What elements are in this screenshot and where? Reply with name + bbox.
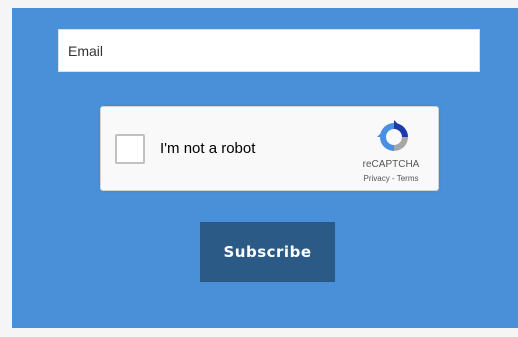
page: I'm not a robot reCAPTCHA Privacy - Term… (0, 0, 518, 337)
recaptcha-logo-icon (377, 120, 408, 151)
recaptcha-terms-link[interactable]: Terms (397, 174, 419, 183)
recaptcha-privacy-link[interactable]: Privacy (364, 174, 390, 183)
recaptcha-brand-label: reCAPTCHA (362, 159, 420, 170)
recaptcha-links-separator: - (389, 174, 397, 183)
subscribe-button[interactable]: Subscribe (200, 222, 335, 282)
recaptcha-checkbox[interactable] (115, 134, 145, 164)
recaptcha-checkbox-label: I'm not a robot (160, 140, 256, 157)
email-input[interactable] (58, 29, 480, 72)
recaptcha-widget: I'm not a robot reCAPTCHA Privacy - Term… (100, 106, 439, 191)
recaptcha-links: Privacy - Terms (354, 174, 428, 183)
subscribe-form-panel: I'm not a robot reCAPTCHA Privacy - Term… (12, 8, 518, 328)
